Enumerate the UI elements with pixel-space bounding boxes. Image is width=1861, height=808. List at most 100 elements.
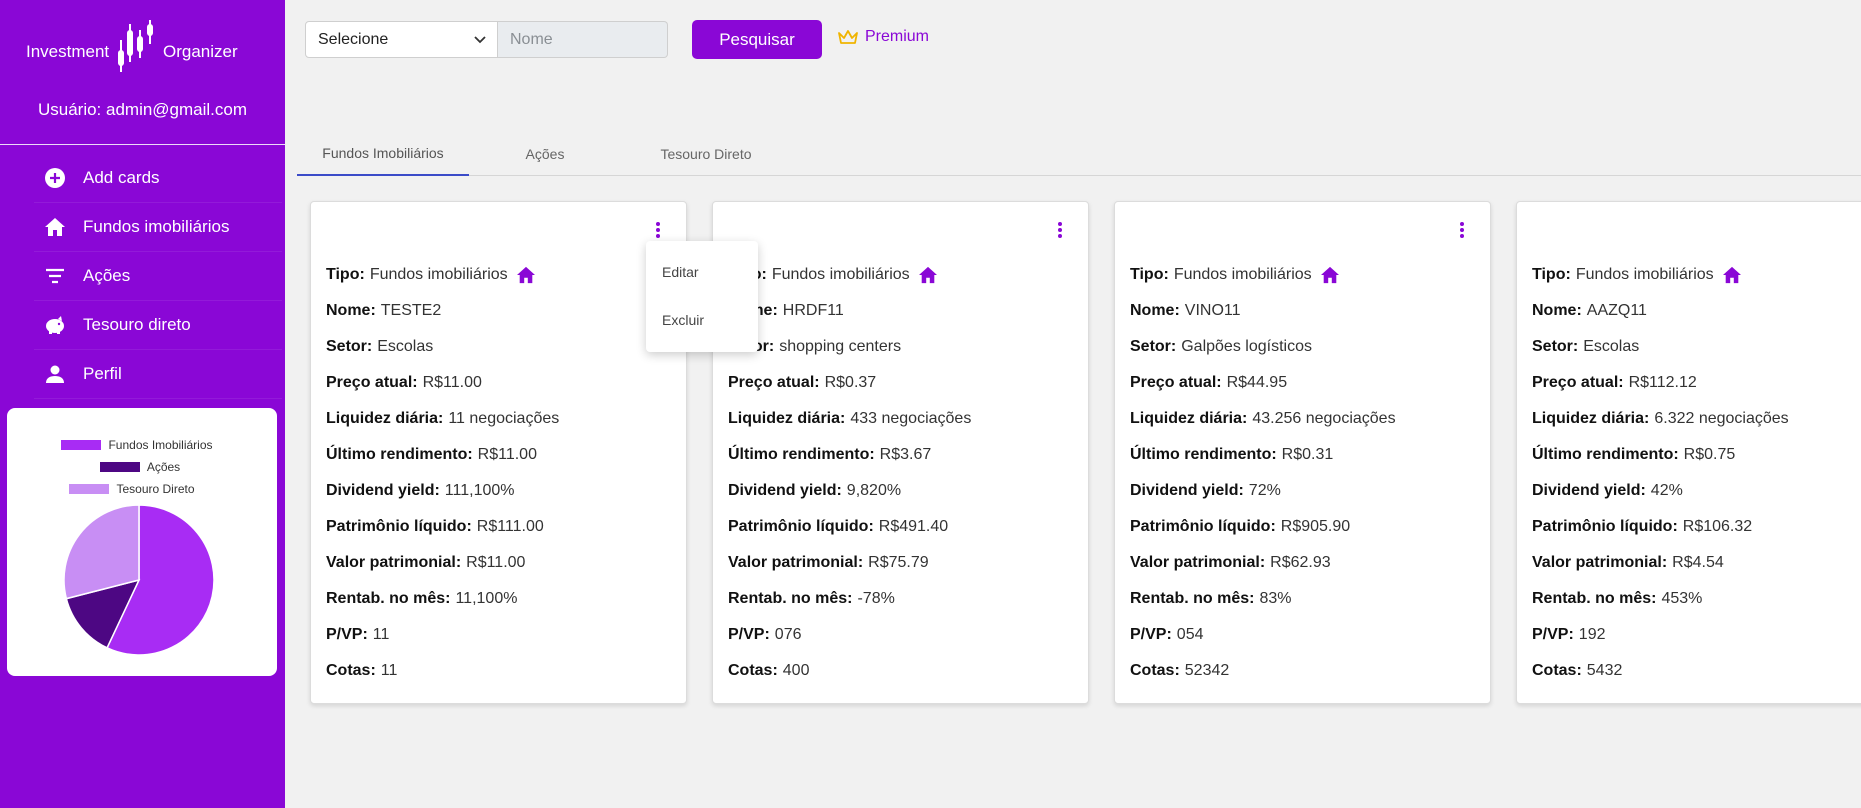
field-value: Escolas — [1583, 338, 1640, 355]
card-field-cotas: Cotas: 52342 — [1130, 653, 1480, 689]
field-value: AAZQ11 — [1586, 302, 1647, 319]
sidebar-item-tesouro[interactable]: Tesouro direto — [34, 301, 282, 350]
field-value: 5432 — [1586, 662, 1623, 679]
field-label: Tipo: — [326, 266, 365, 283]
card-field-tipo: Tipo:Fundos imobiliários — [326, 257, 676, 293]
field-label: Rentab. no mês: — [1130, 590, 1255, 607]
field-value: R$111.00 — [476, 518, 544, 535]
more-vert-icon[interactable] — [1456, 219, 1468, 241]
card-field-cotas: Cotas: 11 — [326, 653, 676, 689]
premium-link[interactable]: Premium — [837, 28, 929, 46]
card-field-rendimento: Último rendimento: R$3.67 — [728, 437, 1078, 473]
card-field-vp: Valor patrimonial: R$4.54 — [1532, 545, 1861, 581]
card-field-pl: Patrimônio líquido: R$491.40 — [728, 509, 1078, 545]
field-value: TESTE2 — [380, 302, 442, 319]
card-field-rentab: Rentab. no mês: 83% — [1130, 581, 1480, 617]
card-field-pvp: P/VP: 054 — [1130, 617, 1480, 653]
card-field-pvp: P/VP: 11 — [326, 617, 676, 653]
sidebar-item-label: Add cards — [83, 168, 160, 187]
delete-menu-item[interactable]: Excluir — [646, 296, 758, 344]
card-field-preco: Preço atual: R$112.12 — [1532, 365, 1861, 401]
field-label: Setor: — [1532, 338, 1579, 355]
field-label: Nome: — [1532, 302, 1582, 319]
card-field-liquidez: Liquidez diária: 6.322 negociações — [1532, 401, 1861, 437]
category-select[interactable]: Selecione — [305, 21, 498, 58]
field-label: Liquidez diária: — [728, 410, 846, 427]
portfolio-pie-chart: Fundos Imobiliários Ações Tesouro Direto — [7, 408, 277, 676]
sidebar-item-label: Ações — [83, 266, 131, 285]
card-field-cotas: Cotas: 5432 — [1532, 653, 1861, 689]
field-label: Preço atual: — [728, 374, 820, 391]
field-label: Valor patrimonial: — [1130, 554, 1266, 571]
field-value: 11,100% — [455, 590, 518, 607]
field-value: R$11.00 — [466, 554, 526, 571]
tab-fundos-imobiliarios[interactable]: Fundos Imobiliários — [297, 132, 469, 176]
card-field-preco: Preço atual: R$11.00 — [326, 365, 676, 401]
card-field-pl: Patrimônio líquido: R$111.00 — [326, 509, 676, 545]
field-value: 72% — [1248, 482, 1281, 499]
card-field-nome: Nome: TESTE2 — [326, 293, 676, 329]
field-label: Setor: — [326, 338, 373, 355]
more-vert-icon[interactable] — [1054, 219, 1066, 241]
field-value: Fundos imobiliários — [1575, 266, 1714, 283]
field-label: Valor patrimonial: — [728, 554, 864, 571]
field-value: 054 — [1176, 626, 1204, 643]
sidebar-item-fundos[interactable]: Fundos imobiliários — [34, 203, 282, 252]
field-value: R$44.95 — [1226, 374, 1288, 391]
card-field-vp: Valor patrimonial: R$11.00 — [326, 545, 676, 581]
card-field-nome: Nome: AAZQ11 — [1532, 293, 1861, 329]
person-icon — [43, 362, 67, 386]
card-field-liquidez: Liquidez diária: 11 negociações — [326, 401, 676, 437]
card-field-dy: Dividend yield: 111,100% — [326, 473, 676, 509]
card-field-cotas: Cotas: 400 — [728, 653, 1078, 689]
field-value: 6.322 negociações — [1654, 410, 1789, 427]
category-select-value: Selecione — [318, 30, 389, 48]
field-label: Patrimônio líquido: — [1532, 518, 1678, 535]
card-field-pvp: P/VP: 076 — [728, 617, 1078, 653]
edit-menu-item[interactable]: Editar — [646, 248, 758, 296]
card-field-pl: Patrimônio líquido: R$905.90 — [1130, 509, 1480, 545]
field-label: Cotas: — [1130, 662, 1180, 679]
user-label: Usuário: admin@gmail.com — [37, 100, 248, 119]
field-label: Patrimônio líquido: — [326, 518, 472, 535]
field-value: 111,100% — [444, 482, 515, 499]
field-value: 11 negociações — [448, 410, 560, 427]
field-label: Dividend yield: — [1130, 482, 1244, 499]
field-value: 400 — [782, 662, 810, 679]
filter-icon — [43, 264, 67, 288]
sidebar-item-label: Tesouro direto — [83, 315, 191, 334]
legend-swatch — [61, 440, 102, 450]
sidebar-item-perfil[interactable]: Perfil — [34, 350, 282, 399]
card-field-preco: Preço atual: R$0.37 — [728, 365, 1078, 401]
legend-entry: Tesouro Direto — [0, 478, 277, 500]
field-value: R$0.75 — [1683, 446, 1736, 463]
home-icon — [1320, 266, 1339, 284]
field-label: Cotas: — [326, 662, 376, 679]
sidebar-menu: Add cards Fundos imobiliários Ações Teso… — [34, 154, 282, 399]
name-search-input[interactable] — [498, 21, 668, 58]
card-field-setor: Setor: Escolas — [1532, 329, 1861, 365]
card-field-rendimento: Último rendimento: R$0.31 — [1130, 437, 1480, 473]
sidebar-item-label: Perfil — [83, 364, 122, 383]
add-circle-icon — [43, 166, 67, 190]
more-vert-icon[interactable] — [652, 219, 664, 241]
home-icon — [918, 266, 937, 284]
tab-tesouro-direto[interactable]: Tesouro Direto — [621, 132, 791, 176]
field-label: Último rendimento: — [326, 446, 473, 463]
pie-chart-svg — [63, 504, 215, 656]
card-field-dy: Dividend yield: 72% — [1130, 473, 1480, 509]
card-field-rentab: Rentab. no mês: 11,100% — [326, 581, 676, 617]
sidebar-item-acoes[interactable]: Ações — [34, 252, 282, 301]
tab-acoes[interactable]: Ações — [469, 132, 621, 176]
field-label: Dividend yield: — [1532, 482, 1646, 499]
field-value: R$75.79 — [868, 554, 929, 571]
sidebar-item-add-cards[interactable]: Add cards — [34, 154, 282, 203]
field-value: -78% — [857, 590, 895, 607]
field-value: 433 negociações — [850, 410, 972, 427]
field-label: Último rendimento: — [728, 446, 875, 463]
field-value: R$62.93 — [1270, 554, 1331, 571]
search-button[interactable]: Pesquisar — [692, 20, 822, 59]
card-field-tipo: Tipo:Fundos imobiliários — [1532, 257, 1861, 293]
field-label: Rentab. no mês: — [728, 590, 853, 607]
field-value: Fundos imobiliários — [771, 266, 910, 283]
